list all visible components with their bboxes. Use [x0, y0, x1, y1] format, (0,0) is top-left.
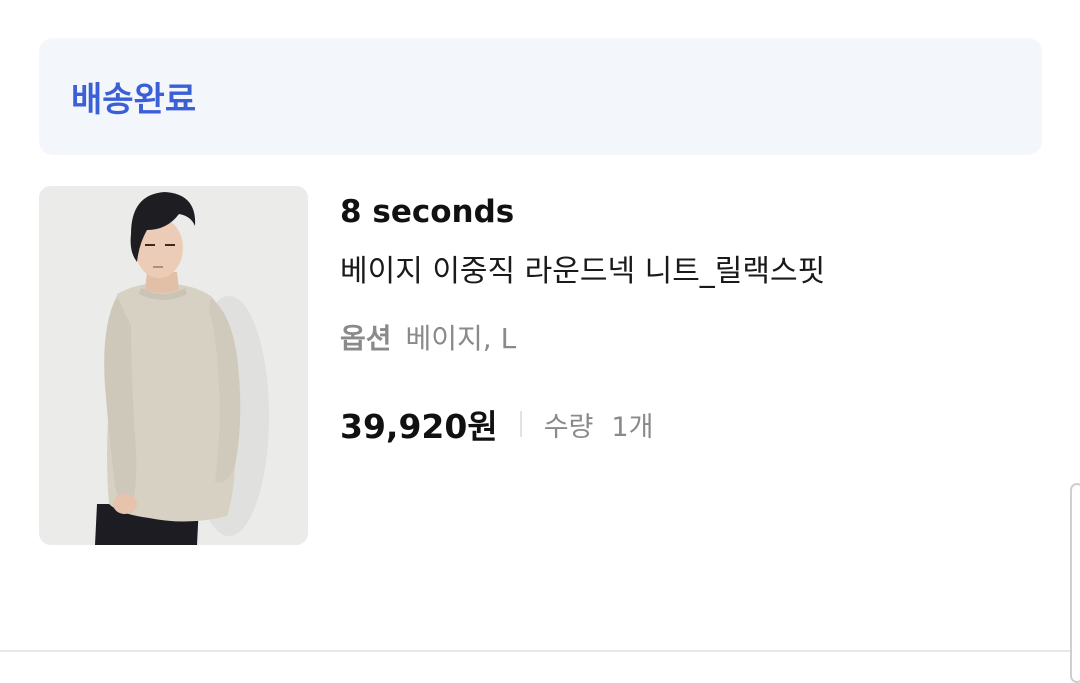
quantity-label: 수량	[543, 411, 594, 443]
price-row: 39,920원 수량 1개	[340, 400, 653, 448]
product-name[interactable]: 베이지 이중직 라운드넥 니트_릴랙스핏	[340, 246, 825, 290]
product-price: 39,920원	[340, 407, 498, 446]
price-quantity-divider	[519, 411, 522, 437]
option-row: 옵션 베이지, L	[340, 317, 516, 357]
scrollbar-handle[interactable]	[1070, 483, 1080, 683]
delivery-status-banner: 배송완료	[39, 38, 1042, 155]
brand-name[interactable]: 8 seconds	[340, 194, 514, 230]
product-thumbnail[interactable]	[39, 186, 308, 545]
quantity-value: 1개	[611, 411, 654, 443]
section-divider	[0, 650, 1080, 652]
delivery-status-text: 배송완료	[71, 80, 197, 120]
order-item-card[interactable]: 8 seconds 베이지 이중직 라운드넥 니트_릴랙스핏 옵션 베이지, L …	[39, 186, 1042, 546]
option-value: 베이지, L	[405, 322, 517, 355]
option-label: 옵션	[340, 322, 392, 355]
